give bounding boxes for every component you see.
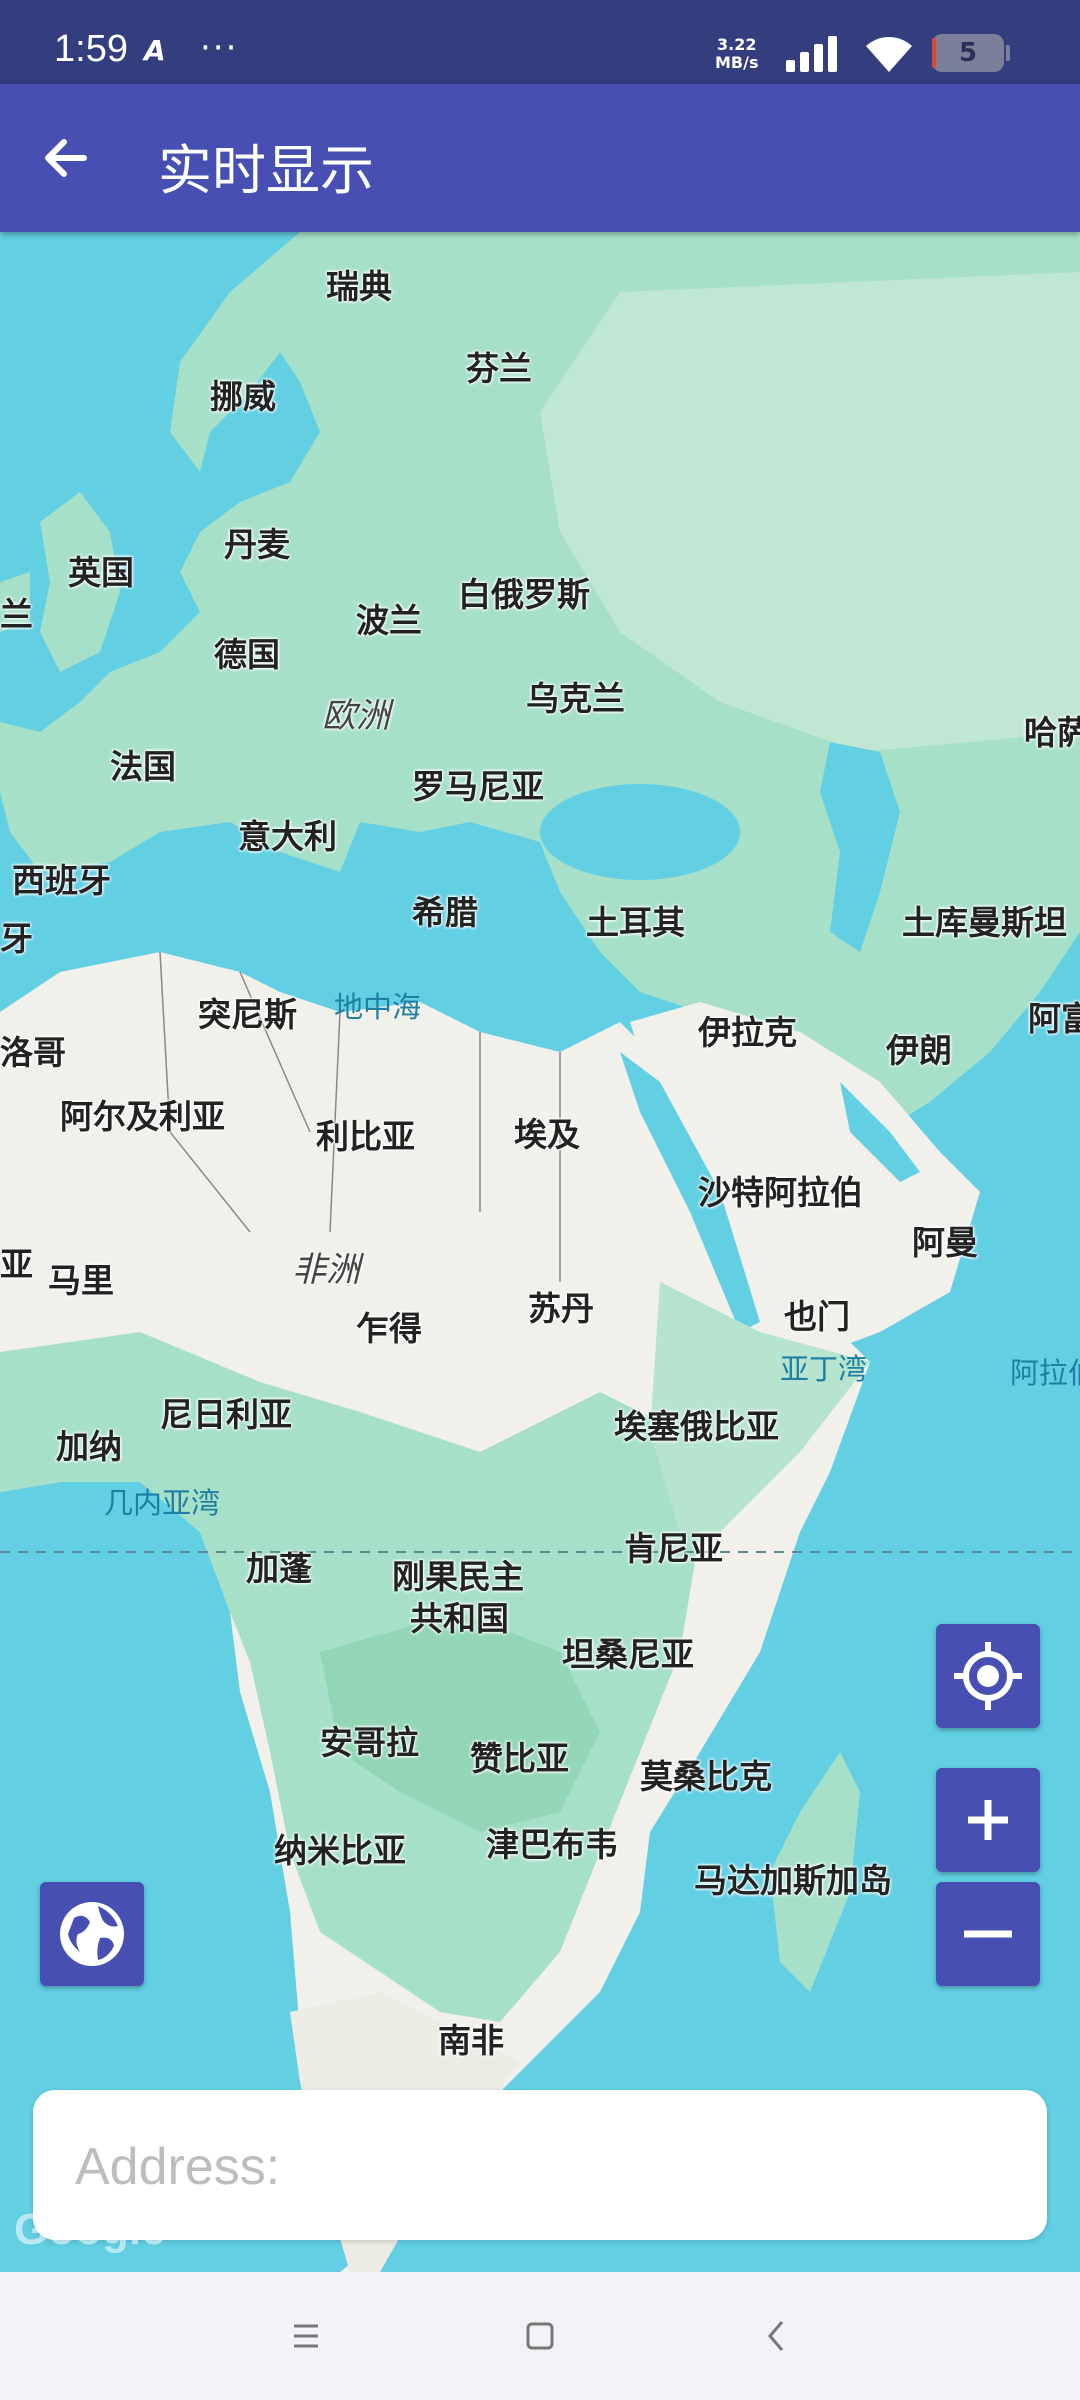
map-label: 刚果民主 (392, 1557, 524, 1596)
map-label: 马里 (48, 1261, 114, 1300)
back-chevron-icon[interactable] (736, 2302, 816, 2372)
map-label: 波兰 (356, 601, 422, 640)
map-continent-label: 欧洲 (322, 696, 390, 736)
zoom-out-button[interactable] (936, 1882, 1040, 1986)
map-label: 坦桑尼亚 (562, 1635, 694, 1674)
network-speed: 3.22 MB/s (715, 36, 758, 72)
map-label: 乌克兰 (526, 679, 625, 718)
map-sea-label: 阿拉伯 (1010, 1356, 1080, 1390)
map-label: 赞比亚 (470, 1739, 569, 1778)
map-label: 加纳 (56, 1427, 122, 1466)
status-bar: 1:59 A ··· 3.22 MB/s 5 (0, 0, 1080, 84)
map-label: 挪威 (210, 377, 276, 416)
map-sea-label: 地中海 (334, 990, 422, 1024)
network-speed-value: 3.22 (717, 35, 757, 54)
map-label: 伊朗 (886, 1031, 952, 1070)
arrow-left-icon[interactable] (30, 122, 102, 194)
map-view[interactable]: 瑞典 挪威 芬兰 丹麦 英国 兰 波兰 白俄罗斯 德国 乌克兰 法国 罗马尼亚 … (0, 232, 1080, 2272)
crosshair-icon (954, 1642, 1022, 1710)
app-notification-icon: A (144, 34, 166, 67)
map-label: 埃及 (514, 1115, 580, 1154)
map-sea-label: 亚丁湾 (780, 1352, 868, 1386)
signal-icon (786, 36, 837, 72)
plus-icon (968, 1800, 1008, 1840)
system-nav-bar (0, 2272, 1080, 2400)
locate-button[interactable] (936, 1624, 1040, 1728)
address-panel (33, 2090, 1047, 2240)
map-label: 南非 (438, 2021, 504, 2060)
map-type-button[interactable] (40, 1882, 144, 1986)
map-continent-label: 非洲 (292, 1250, 360, 1290)
map-label: 亚 (0, 1245, 33, 1284)
globe-icon (60, 1902, 124, 1966)
map-label: 牙 (0, 919, 33, 958)
map-sea-label: 几内亚湾 (104, 1486, 221, 1520)
battery-tip (1006, 45, 1010, 61)
more-notifications-icon: ··· (200, 28, 239, 68)
map-label: 加蓬 (246, 1549, 312, 1588)
map-label: 埃塞俄比亚 (614, 1407, 779, 1446)
map-label: 兰 (0, 595, 33, 634)
map-label: 共和国 (410, 1599, 509, 1638)
wifi-icon (866, 37, 912, 72)
map-label: 伊拉克 (698, 1013, 797, 1052)
minus-icon (964, 1930, 1012, 1938)
map-label: 阿富 (1028, 999, 1080, 1038)
map-label: 也门 (784, 1297, 850, 1336)
battery-icon: 5 (932, 34, 1004, 72)
menu-icon[interactable] (266, 2302, 346, 2372)
google-logo: Google (14, 2205, 166, 2254)
address-input[interactable] (73, 2126, 1017, 2208)
map-label: 洛哥 (0, 1033, 66, 1072)
map-label: 乍得 (356, 1309, 422, 1348)
map-label: 安哥拉 (320, 1723, 419, 1762)
map-label: 苏丹 (528, 1289, 594, 1328)
home-square-icon[interactable] (500, 2302, 580, 2372)
map-label: 沙特阿拉伯 (698, 1173, 863, 1212)
map-label: 纳米比亚 (274, 1831, 406, 1870)
map-label: 哈萨 (1024, 713, 1080, 752)
map-label: 西班牙 (12, 861, 111, 900)
map-label: 马达加斯加岛 (694, 1861, 892, 1900)
map-label: 尼日利亚 (160, 1395, 292, 1434)
map-label: 土耳其 (586, 903, 685, 942)
map-label: 阿尔及利亚 (60, 1097, 225, 1136)
network-speed-unit: MB/s (715, 53, 759, 72)
map-label: 白俄罗斯 (458, 575, 590, 614)
map-label: 丹麦 (224, 525, 290, 564)
zoom-in-button[interactable] (936, 1768, 1040, 1872)
map-label: 法国 (110, 747, 176, 786)
map-label: 利比亚 (316, 1117, 415, 1156)
map-label: 阿曼 (912, 1223, 978, 1262)
map-label: 英国 (68, 553, 134, 592)
map-label: 罗马尼亚 (412, 767, 544, 806)
map-label: 肯尼亚 (624, 1529, 723, 1568)
map-label: 芬兰 (466, 349, 532, 388)
map-label: 土库曼斯坦 (902, 903, 1067, 942)
map-label: 津巴布韦 (486, 1825, 618, 1864)
map-label: 瑞典 (326, 267, 392, 306)
battery-level: 5 (958, 38, 978, 68)
map-label: 意大利 (238, 817, 337, 856)
map-label: 突尼斯 (198, 995, 297, 1034)
app-bar: 实时显示 (0, 84, 1080, 232)
map-label: 希腊 (412, 893, 478, 932)
map-label: 莫桑比克 (640, 1757, 772, 1796)
map-label: 德国 (214, 635, 280, 674)
status-time: 1:59 (54, 28, 128, 70)
page-title: 实时显示 (158, 139, 374, 202)
